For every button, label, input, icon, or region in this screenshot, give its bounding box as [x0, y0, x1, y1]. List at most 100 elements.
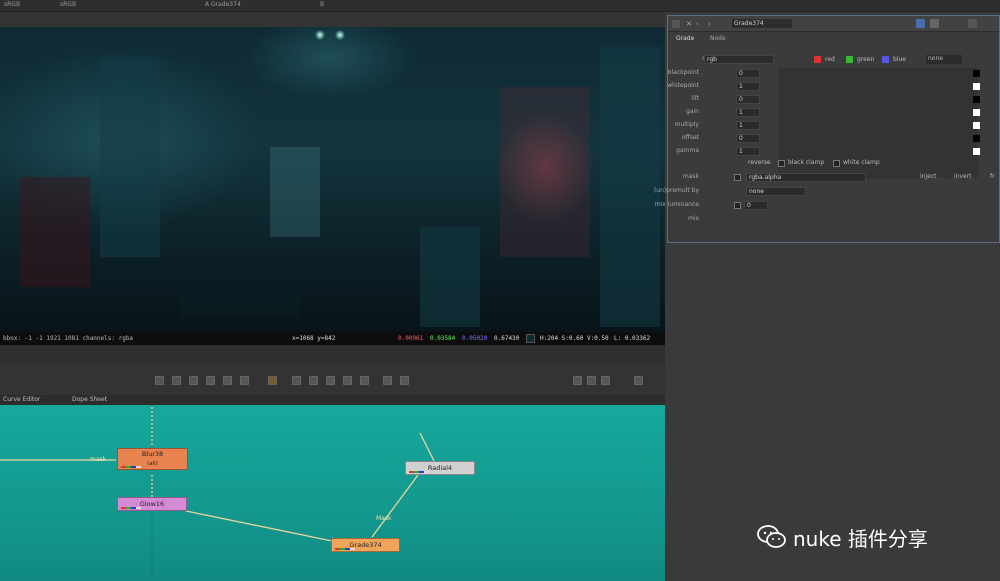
reverse-label: reverse	[748, 159, 771, 166]
viewer-image[interactable]	[0, 27, 665, 332]
color-swatch	[526, 334, 535, 343]
viewer-input-a[interactable]: A Grade374	[205, 1, 241, 8]
lock-button[interactable]	[573, 376, 582, 385]
mix-luminance-field[interactable]: 0	[744, 201, 768, 210]
light-spot	[335, 30, 345, 40]
loop-button[interactable]	[343, 376, 352, 385]
node-radial[interactable]: Radial4	[405, 461, 475, 475]
watermark: nuke 插件分享	[757, 522, 928, 552]
play-back-button[interactable]	[206, 376, 215, 385]
knob-value-field[interactable]: 1	[736, 147, 760, 156]
next-key-button[interactable]	[309, 376, 318, 385]
green-channel-checkbox[interactable]	[846, 56, 853, 63]
fullscreen-button[interactable]	[587, 376, 596, 385]
knob-label: multiply	[674, 121, 699, 128]
viewer-tab[interactable]: sRGB	[60, 1, 76, 8]
mask-edge-radial	[371, 474, 419, 538]
knob-value-field[interactable]: 0	[736, 69, 760, 78]
channel-indicator	[409, 471, 429, 473]
frame-field[interactable]	[268, 376, 277, 385]
node-grade[interactable]: Grade374	[331, 538, 400, 552]
increment-button[interactable]	[360, 376, 369, 385]
help-button[interactable]	[968, 19, 977, 28]
node-blur[interactable]: Blur38 (all)	[117, 448, 188, 470]
chevron-left-icon[interactable]: ‹	[696, 20, 699, 28]
color-picker-swatch[interactable]	[973, 96, 980, 103]
mix-luminance-checkbox[interactable]	[734, 202, 741, 209]
node-color-button[interactable]	[930, 19, 939, 28]
knob-label: gain	[686, 108, 699, 115]
fringe-label[interactable]: fr	[990, 173, 995, 180]
unpremult-dropdown[interactable]: none	[746, 187, 806, 196]
tab-curve-editor[interactable]: Curve Editor	[3, 396, 40, 403]
knob-label: whitepoint	[667, 82, 699, 89]
red-channel-checkbox[interactable]	[814, 56, 821, 63]
hsv-value: H:204 S:0.60 V:0.50	[540, 335, 609, 342]
edge-glow-to-grade	[185, 510, 333, 542]
color-picker-swatch[interactable]	[973, 148, 980, 155]
timeline-bar[interactable]	[0, 348, 665, 362]
prev-key-button[interactable]	[172, 376, 181, 385]
light-spot	[315, 30, 325, 40]
panel-tab-bar: Curve Editor Dope Sheet	[0, 395, 665, 405]
edge-label-mask: mask	[90, 456, 107, 463]
close-icon[interactable]: ✕	[686, 20, 692, 28]
inject-label[interactable]: inject	[920, 173, 936, 180]
range-button[interactable]	[400, 376, 409, 385]
node-color-button[interactable]	[916, 19, 925, 28]
node-label: Glow16	[139, 500, 165, 508]
channels-dropdown[interactable]: rgb	[704, 55, 774, 64]
color-picker-swatch[interactable]	[973, 109, 980, 116]
playback-rate-button[interactable]	[383, 376, 392, 385]
mask-checkbox[interactable]	[734, 174, 741, 181]
collapse-icon[interactable]	[672, 20, 680, 28]
knob-label: gamma	[676, 147, 699, 154]
color-picker-swatch[interactable]	[973, 135, 980, 142]
blue-value: 0.05020	[462, 335, 488, 342]
viewer-tab-bar: sRGB sRGB A Grade374 B	[0, 0, 1000, 12]
color-picker-swatch[interactable]	[973, 122, 980, 129]
play-forward-button[interactable]	[240, 376, 249, 385]
mask-row: mask rgba.alpha inject invert fr	[668, 171, 999, 184]
mix-luminance-label: mix luminance	[654, 201, 699, 208]
extra-channel-dropdown[interactable]: none	[926, 55, 962, 64]
node-graph[interactable]: mask Mask Blur38 (all) Glow16 Radial4 Gr…	[0, 405, 665, 581]
color-picker-swatch[interactable]	[973, 83, 980, 90]
blue-channel-checkbox[interactable]	[882, 56, 889, 63]
mask-dropdown[interactable]: rgba.alpha	[746, 173, 866, 182]
invert-label[interactable]: invert	[954, 173, 972, 180]
knob-value-field[interactable]: 0	[736, 134, 760, 143]
next-frame-button[interactable]	[292, 376, 301, 385]
viewer-input-b[interactable]: B	[320, 1, 324, 8]
viewer-tab[interactable]: sRGB	[4, 1, 20, 8]
last-frame-button[interactable]	[326, 376, 335, 385]
node-glow[interactable]: Glow16	[117, 497, 187, 511]
white-clamp-checkbox[interactable]	[833, 160, 840, 167]
knob-value-field[interactable]: 1	[736, 121, 760, 130]
watermark-text: nuke 插件分享	[793, 526, 928, 551]
tab-dope-sheet[interactable]: Dope Sheet	[72, 396, 107, 403]
knob-row-gamma: gamma 1	[668, 145, 999, 158]
green-channel-label: green	[857, 56, 875, 63]
knob-value-field[interactable]: 1	[736, 108, 760, 117]
node-name-field[interactable]: Grade374	[732, 19, 792, 28]
prev-frame-button[interactable]	[189, 376, 198, 385]
alpha-value: 0.67430	[494, 335, 520, 342]
black-clamp-checkbox[interactable]	[778, 160, 785, 167]
tab-node[interactable]: Node	[710, 35, 726, 42]
settings-button[interactable]	[601, 376, 610, 385]
knob-label: blackpoint	[667, 69, 699, 76]
green-value: 0.03584	[430, 335, 456, 342]
red-channel-label: red	[825, 56, 835, 63]
color-picker-swatch[interactable]	[973, 70, 980, 77]
knob-row-lift: lift 0	[668, 93, 999, 106]
tab-grade[interactable]: Grade	[676, 35, 694, 42]
cache-button[interactable]	[634, 376, 643, 385]
knob-row-offset: offset 0	[668, 132, 999, 145]
chevron-right-icon[interactable]: ›	[708, 20, 711, 28]
knob-value-field[interactable]: 0	[736, 95, 760, 104]
first-frame-button[interactable]	[155, 376, 164, 385]
knob-value-field[interactable]: 1	[736, 82, 760, 91]
mix-label: mix	[687, 215, 699, 222]
stop-button[interactable]	[223, 376, 232, 385]
